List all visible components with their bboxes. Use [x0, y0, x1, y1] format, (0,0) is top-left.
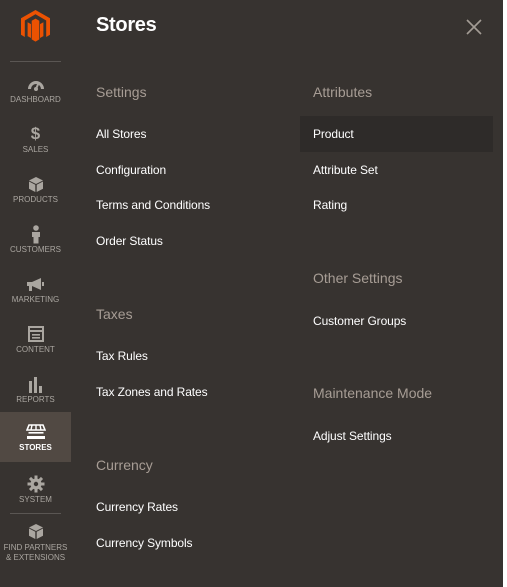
- close-icon: [466, 19, 482, 35]
- sidebar-divider: [10, 61, 61, 62]
- sidebar-item-content[interactable]: CONTENT: [0, 316, 71, 366]
- sidebar-item-dashboard[interactable]: DASHBOARD: [0, 66, 71, 116]
- sidebar-item-find-partners[interactable]: FIND PARTNERS & EXTENSIONS: [0, 516, 71, 576]
- section-title-currency: Currency: [96, 457, 153, 473]
- menu-link-tax-rules[interactable]: Tax Rules: [96, 349, 148, 363]
- sidebar-item-label: SYSTEM: [19, 495, 52, 504]
- admin-frame: DASHBOARD $ SALES PRODUCTS CUSTOMERS MAR…: [0, 0, 503, 587]
- menu-link-tax-zones-and-rates[interactable]: Tax Zones and Rates: [96, 385, 208, 399]
- sidebar-item-label-line1: FIND PARTNERS: [3, 543, 68, 552]
- section-title-maintenance-mode: Maintenance Mode: [313, 385, 433, 401]
- person-icon: [31, 224, 40, 243]
- menu-link-adjust-settings[interactable]: Adjust Settings: [313, 429, 392, 443]
- box-icon: [28, 523, 43, 539]
- layout-icon: [27, 326, 44, 342]
- sidebar-item-label: DASHBOARD: [10, 95, 61, 104]
- sidebar-item-customers[interactable]: CUSTOMERS: [0, 216, 71, 266]
- store-icon: [25, 424, 46, 439]
- panel-title: Stores: [96, 14, 157, 36]
- section-title-attributes: Attributes: [313, 84, 373, 100]
- close-button[interactable]: [463, 16, 485, 38]
- menu-link-customer-groups[interactable]: Customer Groups: [313, 314, 406, 328]
- magento-logo-icon: [21, 10, 50, 42]
- sidebar-item-marketing[interactable]: MARKETING: [0, 266, 71, 316]
- logo[interactable]: [0, 0, 71, 56]
- menu-link-rating[interactable]: Rating: [313, 198, 347, 212]
- sidebar-item-sales[interactable]: $ SALES: [0, 116, 71, 166]
- sidebar-item-label: CUSTOMERS: [10, 245, 61, 254]
- sidebar-item-label: MARKETING: [11, 295, 60, 304]
- cube-icon: [28, 176, 43, 192]
- stores-menu-panel: Stores Settings All Stores Configuration…: [71, 0, 503, 587]
- sidebar-item-label: SALES: [22, 145, 49, 154]
- section-title-settings: Settings: [96, 84, 147, 100]
- dollar-icon: $: [30, 124, 41, 143]
- sidebar-item-label: STORES: [19, 443, 52, 452]
- sidebar-item-label: CONTENT: [16, 345, 55, 354]
- menu-link-currency-symbols[interactable]: Currency Symbols: [96, 536, 193, 550]
- sidebar-divider: [10, 513, 61, 514]
- section-title-other-settings: Other Settings: [313, 270, 403, 286]
- menu-link-product-row[interactable]: Product: [300, 116, 493, 152]
- menu-link-attribute-set[interactable]: Attribute Set: [313, 163, 378, 177]
- section-title-taxes: Taxes: [96, 306, 133, 322]
- megaphone-icon: [27, 277, 44, 291]
- menu-link-currency-rates[interactable]: Currency Rates: [96, 500, 178, 514]
- admin-sidebar: DASHBOARD $ SALES PRODUCTS CUSTOMERS MAR…: [0, 0, 71, 587]
- menu-link-terms-and-conditions[interactable]: Terms and Conditions: [96, 198, 210, 212]
- sidebar-item-products[interactable]: PRODUCTS: [0, 166, 71, 216]
- sidebar-item-label: REPORTS: [16, 395, 55, 404]
- menu-link-order-status[interactable]: Order Status: [96, 234, 163, 248]
- sidebar-item-label: PRODUCTS: [13, 195, 58, 204]
- menu-link-configuration[interactable]: Configuration: [96, 163, 166, 177]
- sidebar-item-stores[interactable]: STORES: [0, 412, 71, 462]
- gear-icon: [27, 475, 44, 493]
- sidebar-item-label-line2: & EXTENSIONS: [5, 553, 66, 562]
- sidebar-item-system[interactable]: SYSTEM: [0, 466, 71, 516]
- menu-link-all-stores[interactable]: All Stores: [96, 127, 146, 141]
- dashboard-icon: [27, 81, 44, 91]
- bar-chart-icon: [28, 376, 42, 393]
- menu-link-product[interactable]: Product: [313, 127, 354, 141]
- sidebar-item-reports[interactable]: REPORTS: [0, 366, 71, 416]
- page-edge: [503, 0, 507, 587]
